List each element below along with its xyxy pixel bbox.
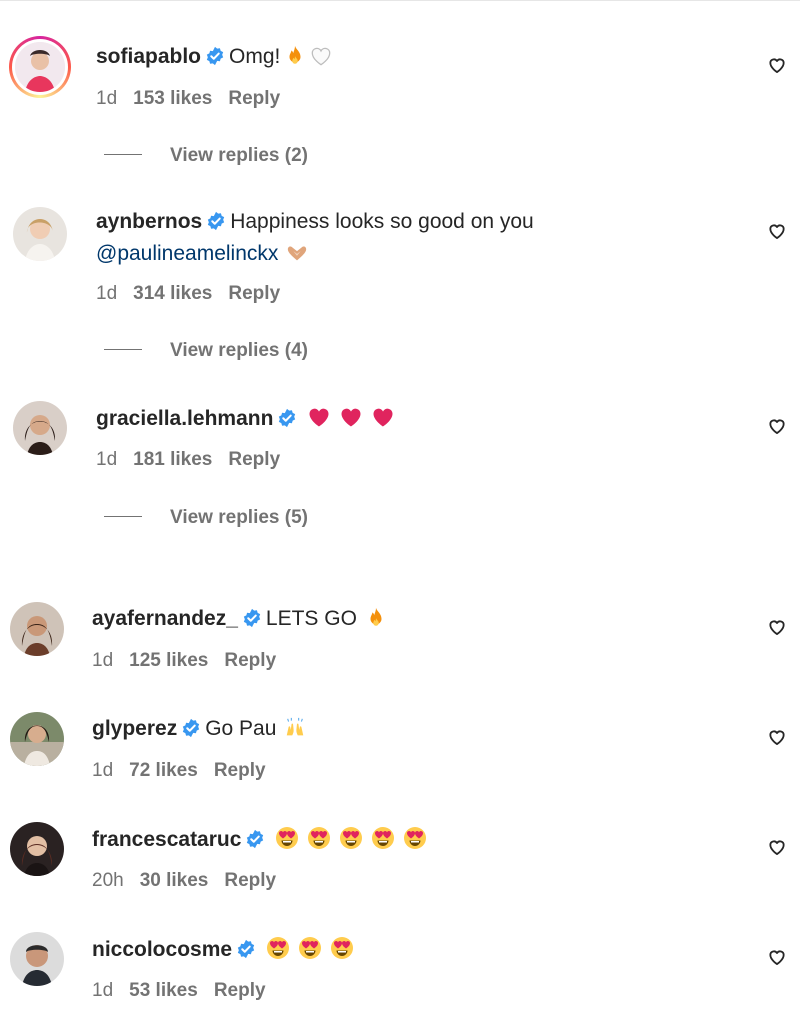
avatar[interactable] (15, 42, 65, 92)
reply-button[interactable]: Reply (224, 870, 276, 891)
likes-count[interactable]: 181 likes (133, 449, 212, 470)
comment-time: 20h (92, 870, 124, 891)
comment-text: Go Pau (205, 717, 277, 740)
heart-eyes-emoji-icon (403, 826, 427, 850)
like-heart-icon[interactable] (767, 837, 787, 857)
reply-button[interactable]: Reply (228, 283, 280, 304)
raised-hands-emoji-icon (284, 717, 306, 739)
replies-divider (104, 516, 142, 517)
avatar[interactable] (10, 712, 64, 766)
view-replies-label: View replies (5) (170, 507, 308, 528)
top-divider (0, 0, 800, 5)
like-heart-icon[interactable] (767, 416, 787, 436)
verified-badge-icon (277, 408, 297, 428)
comment-time: 1d (96, 88, 118, 109)
username[interactable]: francescataruc (92, 828, 241, 851)
mention-link[interactable]: @paulineamelinckx (96, 242, 278, 265)
username[interactable]: niccolocosme (92, 938, 232, 961)
view-replies-button[interactable]: View replies (2) (104, 144, 308, 168)
heart-eyes-emoji-icon (275, 826, 299, 850)
comment-time: 1d (92, 980, 114, 1001)
heart-eyes-emoji-icon (330, 936, 354, 960)
heart-eyes-emoji-icon (298, 936, 322, 960)
reply-button[interactable]: Reply (228, 449, 280, 470)
red-heart-emoji-icon (371, 405, 395, 429)
avatar[interactable] (10, 822, 64, 876)
likes-count[interactable]: 72 likes (129, 760, 198, 781)
hand-heart-emoji-icon (286, 242, 308, 264)
white-heart-emoji-icon (310, 45, 332, 67)
like-heart-icon[interactable] (767, 617, 787, 637)
likes-count[interactable]: 53 likes (129, 980, 198, 1001)
like-heart-icon[interactable] (767, 947, 787, 967)
username[interactable]: graciella.lehmann (96, 407, 273, 430)
view-replies-button[interactable]: View replies (4) (104, 339, 308, 363)
likes-count[interactable]: 314 likes (133, 283, 212, 304)
comment-time: 1d (92, 650, 114, 671)
avatar[interactable] (10, 602, 64, 656)
verified-badge-icon (245, 829, 265, 849)
reply-button[interactable]: Reply (214, 760, 266, 781)
verified-badge-icon (181, 718, 201, 738)
heart-eyes-emoji-icon (371, 826, 395, 850)
username[interactable]: glyperez (92, 717, 177, 740)
verified-badge-icon (236, 939, 256, 959)
username[interactable]: aynbernos (96, 210, 202, 233)
heart-eyes-emoji-icon (266, 936, 290, 960)
comment-text: Happiness looks so good on you (230, 210, 534, 233)
comment-text: LETS GO (265, 607, 357, 630)
replies-divider (104, 154, 142, 155)
heart-eyes-emoji-icon (339, 826, 363, 850)
like-heart-icon[interactable] (767, 55, 787, 75)
comment-time: 1d (92, 760, 114, 781)
likes-count[interactable]: 30 likes (140, 870, 209, 891)
view-replies-button[interactable]: View replies (5) (104, 506, 308, 530)
reply-button[interactable]: Reply (214, 980, 266, 1001)
likes-count[interactable]: 153 likes (133, 88, 212, 109)
avatar[interactable] (13, 207, 67, 261)
username[interactable]: sofiapablo (96, 45, 201, 68)
avatar[interactable] (13, 401, 67, 455)
red-heart-emoji-icon (339, 405, 363, 429)
like-heart-icon[interactable] (767, 221, 787, 241)
reply-button[interactable]: Reply (224, 650, 276, 671)
red-heart-emoji-icon (307, 405, 331, 429)
heart-eyes-emoji-icon (307, 826, 331, 850)
verified-badge-icon (205, 46, 225, 66)
replies-divider (104, 349, 142, 350)
comment-time: 1d (96, 283, 118, 304)
comment-time: 1d (96, 449, 118, 470)
fire-emoji-icon (284, 45, 306, 67)
avatar[interactable] (10, 932, 64, 986)
fire-emoji-icon (365, 607, 387, 629)
verified-badge-icon (206, 211, 226, 231)
comment-text: Omg! (229, 45, 281, 68)
view-replies-label: View replies (2) (170, 145, 308, 166)
verified-badge-icon (242, 608, 262, 628)
reply-button[interactable]: Reply (228, 88, 280, 109)
view-replies-label: View replies (4) (170, 340, 308, 361)
like-heart-icon[interactable] (767, 727, 787, 747)
username[interactable]: ayafernandez_ (92, 607, 238, 630)
likes-count[interactable]: 125 likes (129, 650, 208, 671)
